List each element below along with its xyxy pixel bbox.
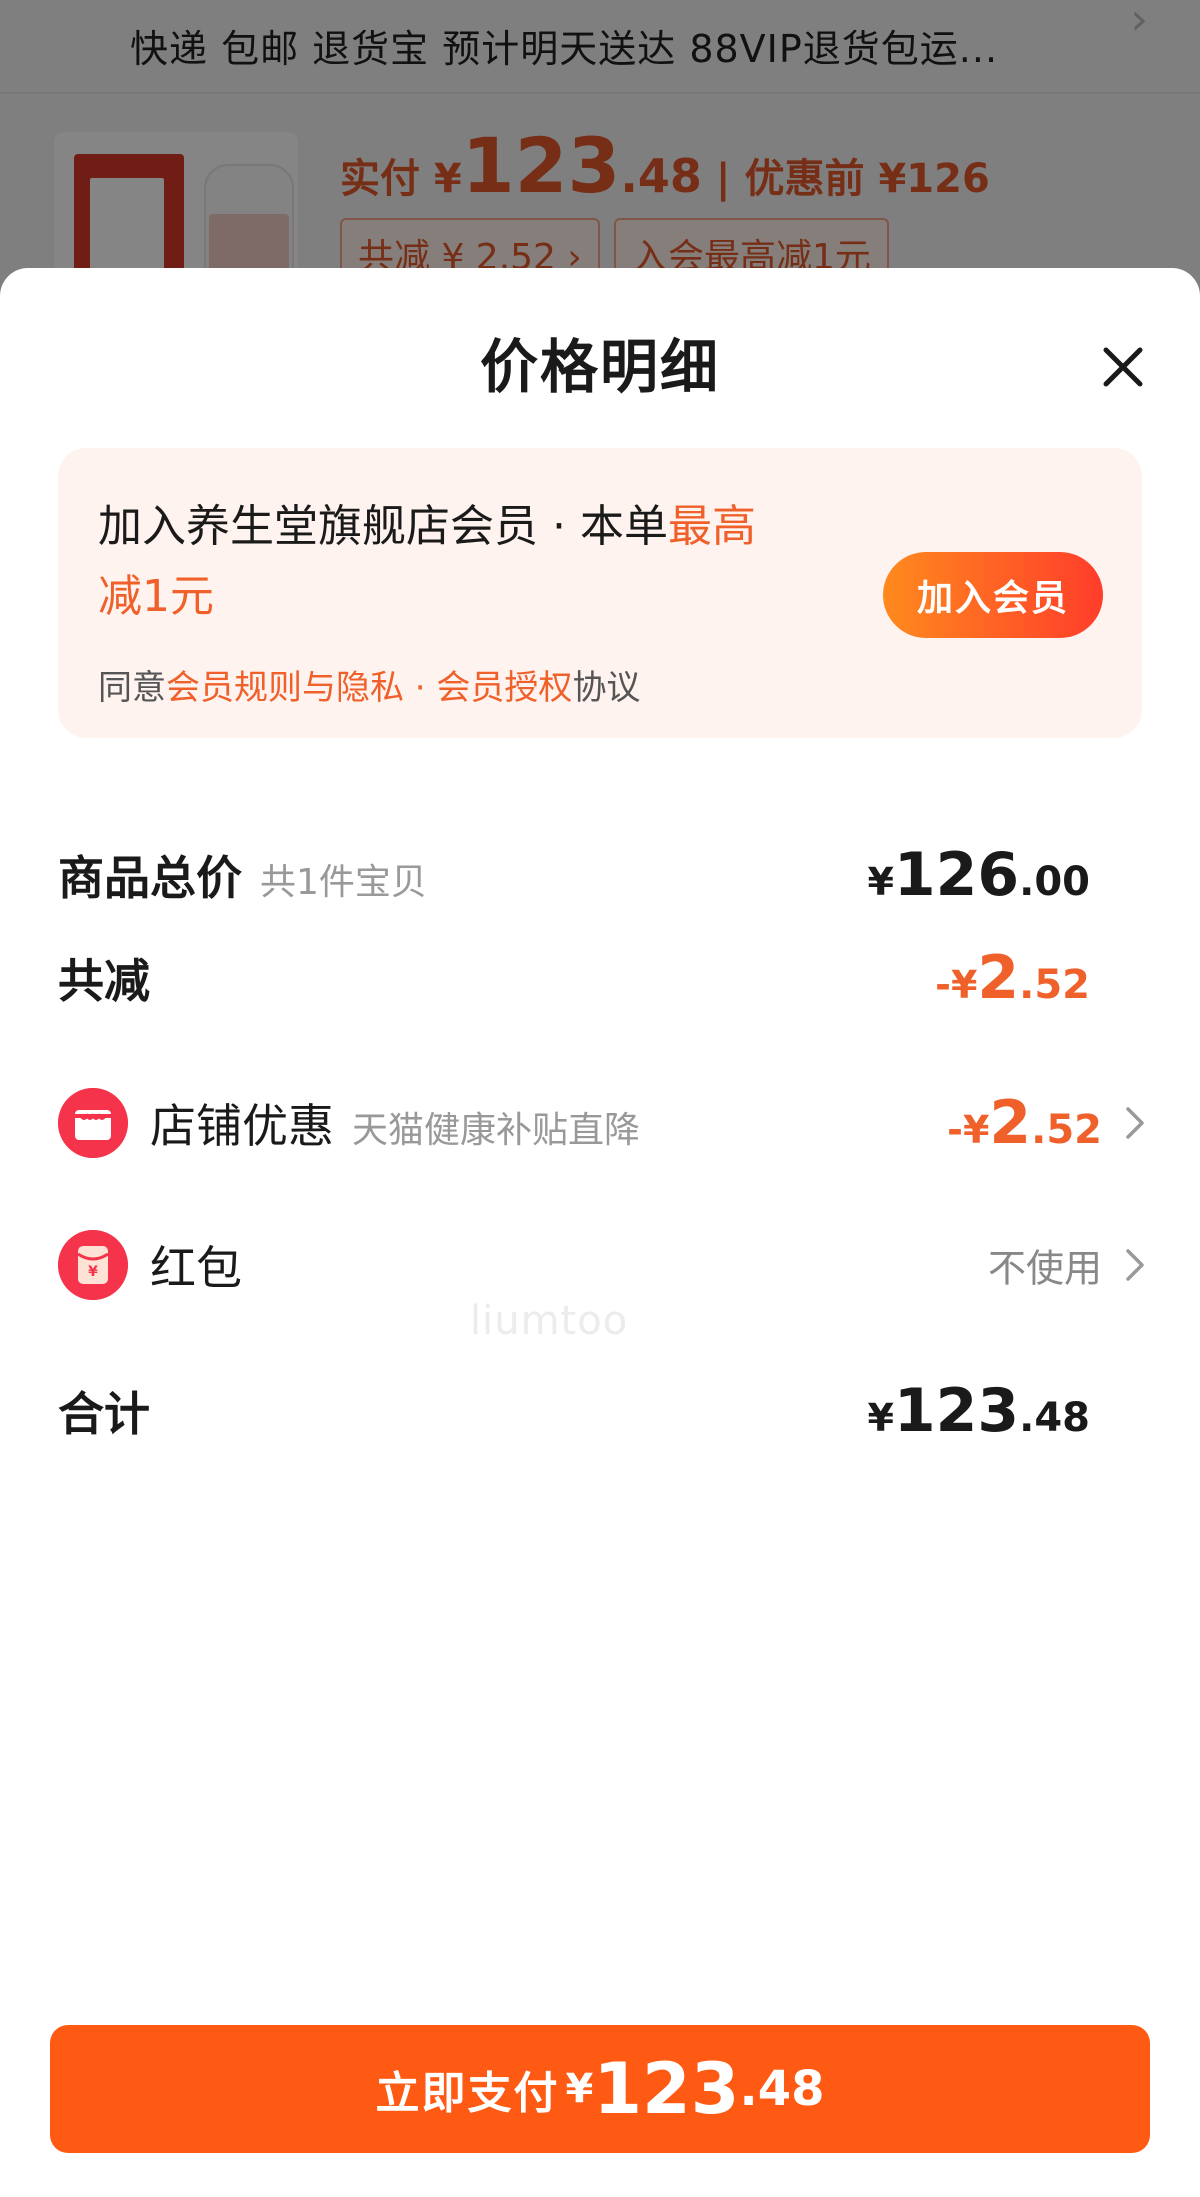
join-member-button[interactable]: 加入会员 xyxy=(883,552,1103,638)
value-decimal: .52 xyxy=(1031,1107,1102,1153)
row-store-discount[interactable]: 店铺优惠 天猫健康补贴直降 -¥2.52 xyxy=(58,1068,1148,1178)
member-offer-text: 加入养生堂旗舰店会员 · 本单 xyxy=(98,501,668,552)
red-packet-icon: ¥ xyxy=(58,1230,128,1300)
reduction-value: -¥2.52 xyxy=(935,943,1090,1013)
sum-label: 合计 xyxy=(58,1387,150,1441)
row-item-total: 商品总价 共1件宝贝 ¥126.00 xyxy=(58,820,1148,930)
store-discount-label-group: 店铺优惠 天猫健康补贴直降 xyxy=(150,1090,640,1156)
agree-suffix: 协议 xyxy=(572,668,641,708)
sum-value: ¥123.48 xyxy=(867,1376,1090,1446)
member-offer-amount: 减1元 xyxy=(98,571,214,622)
value-integer: 126 xyxy=(893,840,1020,910)
sheet-title: 价格明细 xyxy=(479,333,720,401)
value-integer: 2 xyxy=(977,943,1020,1013)
currency-symbol: ¥ xyxy=(867,860,894,904)
chevron-right-icon xyxy=(1126,1249,1144,1281)
value-decimal: .00 xyxy=(1019,859,1090,905)
pay-now-button[interactable]: 立即支付 ¥123.48 xyxy=(50,2025,1150,2153)
watermark: liumtoo xyxy=(470,1298,629,1344)
store-discount-label: 店铺优惠 xyxy=(150,1099,334,1153)
agree-prefix: 同意 xyxy=(98,668,166,708)
member-card: 加入养生堂旗舰店会员 · 本单最高 减1元 同意会员规则与隐私 · 会员授权协议… xyxy=(58,448,1142,738)
chevron-right-icon xyxy=(1126,1107,1144,1139)
value-decimal: .48 xyxy=(1019,1395,1090,1441)
red-packet-label: 红包 xyxy=(150,1241,242,1295)
row-sum: 合计 ¥123.48 xyxy=(58,1356,1148,1466)
currency-symbol: -¥ xyxy=(947,1108,990,1152)
pay-integer: 123 xyxy=(593,2048,740,2130)
total-sub: 共1件宝贝 xyxy=(260,862,427,903)
price-detail-sheet: 价格明细 加入养生堂旗舰店会员 · 本单最高 减1元 同意会员规则与隐私 · 会… xyxy=(0,268,1200,2197)
member-offer-line: 加入养生堂旗舰店会员 · 本单最高 xyxy=(98,490,756,554)
store-discount-value: -¥2.52 xyxy=(947,1088,1102,1158)
value-integer: 2 xyxy=(989,1088,1032,1158)
currency-symbol: ¥ xyxy=(565,2066,594,2112)
reduction-label: 共减 xyxy=(58,954,150,1008)
agreement-link[interactable]: 会员规则与隐私 · 会员授权 xyxy=(166,668,572,708)
row-label: 商品总价 共1件宝贝 xyxy=(58,842,427,908)
currency-symbol: ¥ xyxy=(867,1396,894,1440)
currency-symbol: -¥ xyxy=(935,963,978,1007)
store-discount-sub: 天猫健康补贴直降 xyxy=(352,1110,641,1151)
member-agreement: 同意会员规则与隐私 · 会员授权协议 xyxy=(98,660,640,709)
red-packet-value: 不使用 xyxy=(987,1246,1102,1291)
svg-text:¥: ¥ xyxy=(88,1264,98,1280)
close-icon[interactable] xyxy=(1098,342,1148,392)
store-icon xyxy=(58,1088,128,1158)
row-reduction: 共减 -¥2.52 xyxy=(58,923,1148,1033)
pay-decimal: .48 xyxy=(739,2061,825,2117)
member-offer-highlight: 最高 xyxy=(667,501,756,552)
value-decimal: .52 xyxy=(1019,962,1090,1008)
pay-label: 立即支付 xyxy=(375,2068,560,2119)
total-label: 商品总价 xyxy=(58,851,242,905)
total-value: ¥126.00 xyxy=(867,840,1090,910)
value-integer: 123 xyxy=(893,1376,1020,1446)
